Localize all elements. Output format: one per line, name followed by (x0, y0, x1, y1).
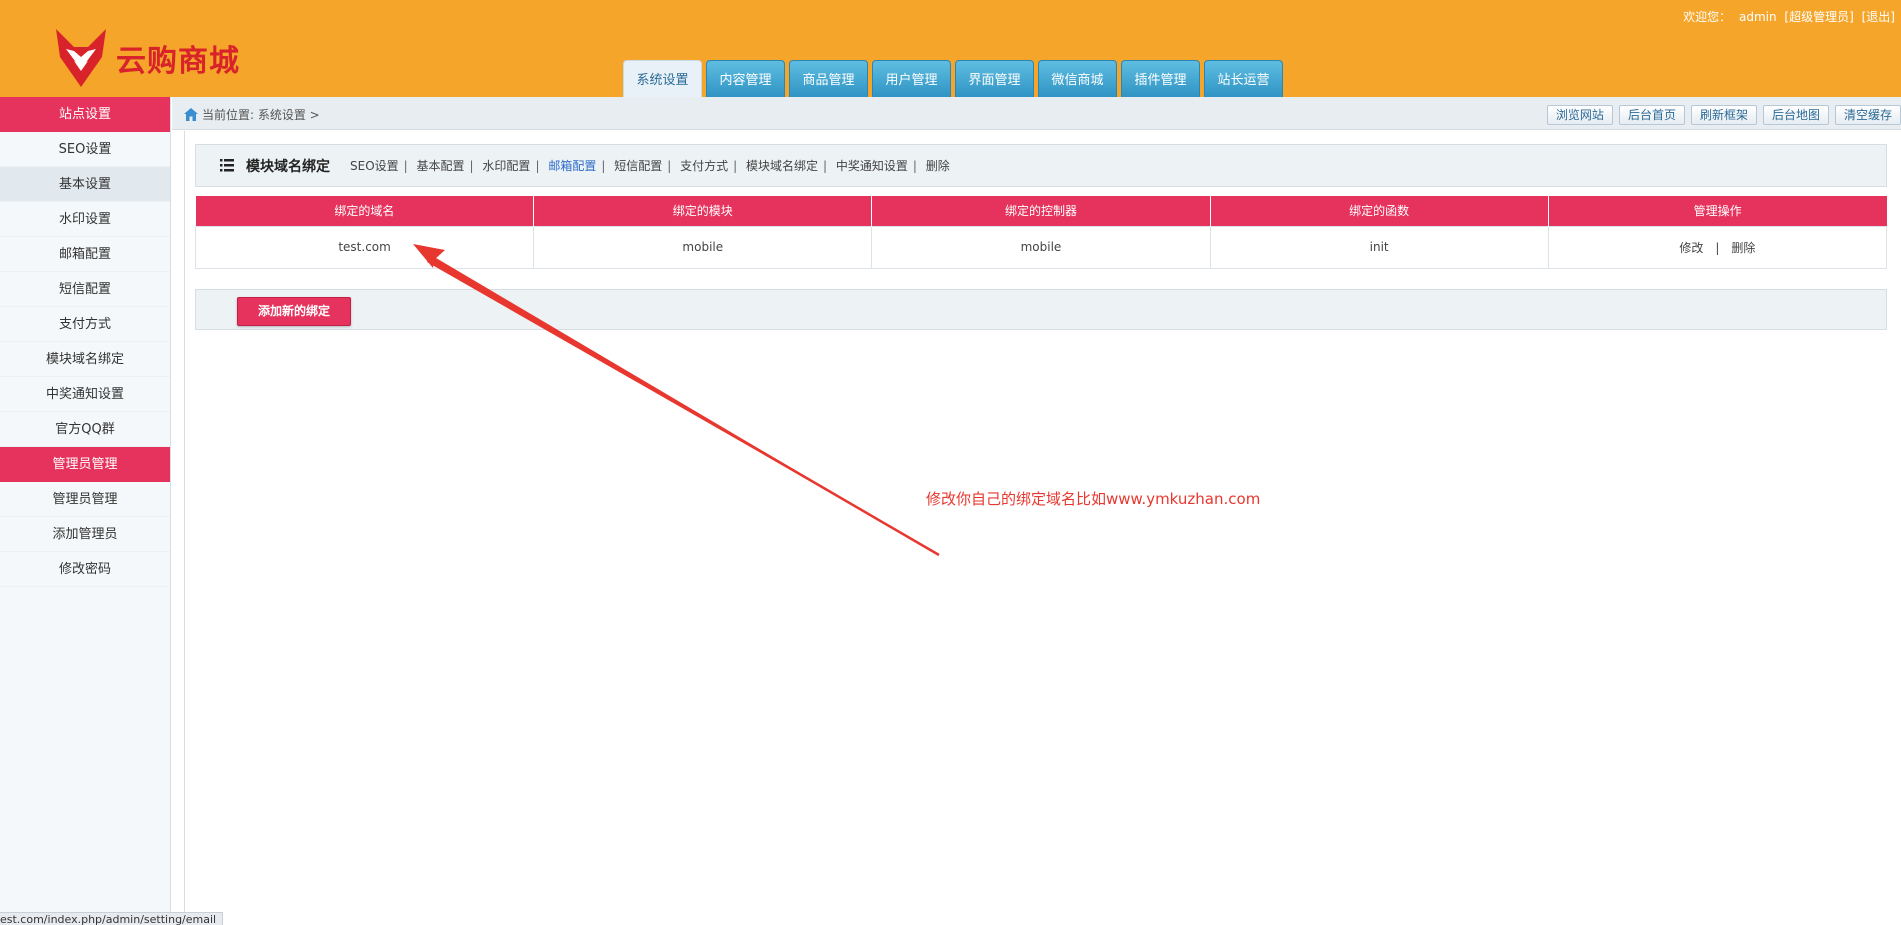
sidebar-item-email[interactable]: 邮箱配置 (0, 237, 170, 272)
separator: | (469, 159, 474, 173)
sidebar-item-add-admin[interactable]: 添加管理员 (0, 517, 170, 552)
annotation-text: 修改你自己的绑定域名比如www.ymkuzhan.com (926, 490, 1261, 508)
sidebar-group-admin[interactable]: 管理员管理 (0, 447, 170, 482)
welcome-label: 欢迎您： (1683, 10, 1732, 24)
logo-text: 云购商城 (116, 44, 240, 79)
tab-user-management[interactable]: 用户管理 (872, 60, 951, 97)
add-binding-button[interactable]: 添加新的绑定 (237, 297, 351, 326)
separator: | (823, 159, 828, 173)
sub-nav-links: SEO设置 | 基本配置 | 水印配置 | 邮箱配置 | 短信配置 | 支付方式 | 模块域… (350, 157, 950, 174)
admin-home-button[interactable]: 后台首页 (1618, 105, 1685, 125)
sidebar-item-watermark[interactable]: 水印设置 (0, 202, 170, 237)
col-operations: 管理操作 (1548, 196, 1887, 226)
sidebar-item-win-notice[interactable]: 中奖通知设置 (0, 377, 170, 412)
cell-domain: test.com (194, 225, 535, 269)
col-function: 绑定的函数 (1210, 196, 1549, 226)
user-name: admin (1738, 10, 1777, 24)
sidebar-item-change-password[interactable]: 修改密码 (0, 552, 170, 587)
tab-wechat-mall[interactable]: 微信商城 (1038, 60, 1117, 97)
sublink-delete[interactable]: 删除 (926, 159, 950, 173)
tab-content-management[interactable]: 内容管理 (706, 60, 785, 97)
sidebar-item-payment[interactable]: 支付方式 (0, 307, 170, 342)
sublink-domain-binding[interactable]: 模块域名绑定 (746, 159, 818, 173)
cell-function: init (1209, 225, 1549, 269)
edit-link[interactable]: 修改 (1679, 241, 1703, 255)
main-content: 模块域名绑定 SEO设置 | 基本配置 | 水印配置 | 邮箱配置 | 短信配置 | 支付… (184, 131, 1901, 925)
separator: | (535, 159, 540, 173)
delete-link[interactable]: 删除 (1731, 241, 1755, 255)
user-role: [超级管理员] (1784, 10, 1854, 24)
sublink-email[interactable]: 邮箱配置 (548, 159, 596, 173)
header: 云购商城 欢迎您： admin [超级管理员] [退出] 系统设置 内容管理 商… (0, 0, 1901, 97)
sidebar-item-basic[interactable]: 基本设置 (0, 167, 170, 202)
status-url: est.com/index.php/admin/setting/email (0, 912, 224, 925)
table-header-row: 绑定的域名 绑定的模块 绑定的控制器 绑定的函数 管理操作 (195, 196, 1887, 226)
separator: | (403, 159, 408, 173)
breadcrumb-text: 当前位置: 系统设置 > (202, 108, 320, 122)
sidebar-item-domain-binding[interactable]: 模块域名绑定 (0, 342, 170, 377)
domain-binding-table: 绑定的域名 绑定的模块 绑定的控制器 绑定的函数 管理操作 test.com m… (194, 196, 1888, 269)
sublink-win-notice[interactable]: 中奖通知设置 (836, 159, 908, 173)
col-module: 绑定的模块 (533, 196, 873, 226)
tab-system-settings[interactable]: 系统设置 (623, 60, 702, 97)
quick-actions: 浏览网站 后台首页 刷新框架 后台地图 清空缓存 (1541, 105, 1901, 125)
main-nav-tabs: 系统设置 内容管理 商品管理 用户管理 界面管理 微信商城 插件管理 站长运营 (623, 60, 1287, 97)
top-bar: 当前位置: 系统设置 > 浏览网站 后台首页 刷新框架 后台地图 清空缓存 (172, 97, 1901, 130)
clear-cache-button[interactable]: 清空缓存 (1834, 105, 1901, 125)
col-controller: 绑定的控制器 (871, 196, 1211, 226)
browse-site-button[interactable]: 浏览网站 (1546, 105, 1613, 125)
separator: | (733, 159, 738, 173)
sublink-seo[interactable]: SEO设置 (350, 159, 399, 173)
logo[interactable]: 云购商城 (52, 26, 252, 90)
sidebar: 站点设置 SEO设置 基本设置 水印设置 邮箱配置 短信配置 支付方式 模块域名… (0, 97, 171, 925)
section-title: 模块域名绑定 (246, 158, 330, 175)
add-bar: 添加新的绑定 (195, 289, 1887, 330)
sublink-basic[interactable]: 基本配置 (417, 159, 465, 173)
sublink-sms[interactable]: 短信配置 (614, 159, 662, 173)
cell-controller: mobile (871, 225, 1211, 269)
col-domain: 绑定的域名 (195, 196, 535, 226)
sidebar-item-admin-manage[interactable]: 管理员管理 (0, 482, 170, 517)
sidebar-group-site-settings[interactable]: 站点设置 (0, 97, 170, 132)
separator: | (912, 159, 917, 173)
section-header: 模块域名绑定 SEO设置 | 基本配置 | 水印配置 | 邮箱配置 | 短信配置 | 支付… (195, 144, 1887, 187)
home-icon[interactable] (184, 108, 198, 121)
table-row: test.com mobile mobile init 修改 | 删除 (194, 225, 1888, 269)
separator: | (1715, 240, 1720, 255)
list-icon (220, 159, 234, 172)
sublink-payment[interactable]: 支付方式 (680, 159, 728, 173)
sublink-watermark[interactable]: 水印配置 (482, 159, 530, 173)
logout-link[interactable]: [退出] (1862, 10, 1895, 24)
admin-map-button[interactable]: 后台地图 (1762, 105, 1829, 125)
tab-webmaster-operations[interactable]: 站长运营 (1204, 60, 1283, 97)
separator: | (667, 159, 672, 173)
breadcrumb: 当前位置: 系统设置 > (184, 106, 320, 123)
tab-interface-management[interactable]: 界面管理 (955, 60, 1034, 97)
cell-module: mobile (533, 225, 873, 269)
sidebar-item-qq-group[interactable]: 官方QQ群 (0, 412, 170, 447)
user-welcome: 欢迎您： admin [超级管理员] [退出] (1679, 8, 1895, 25)
separator: | (601, 159, 606, 173)
fox-logo-icon (56, 29, 106, 87)
sidebar-item-seo[interactable]: SEO设置 (0, 132, 170, 167)
refresh-frame-button[interactable]: 刷新框架 (1690, 105, 1757, 125)
cell-operations: 修改 | 删除 (1547, 225, 1888, 269)
sidebar-item-sms[interactable]: 短信配置 (0, 272, 170, 307)
tab-plugin-management[interactable]: 插件管理 (1121, 60, 1200, 97)
tab-product-management[interactable]: 商品管理 (789, 60, 868, 97)
